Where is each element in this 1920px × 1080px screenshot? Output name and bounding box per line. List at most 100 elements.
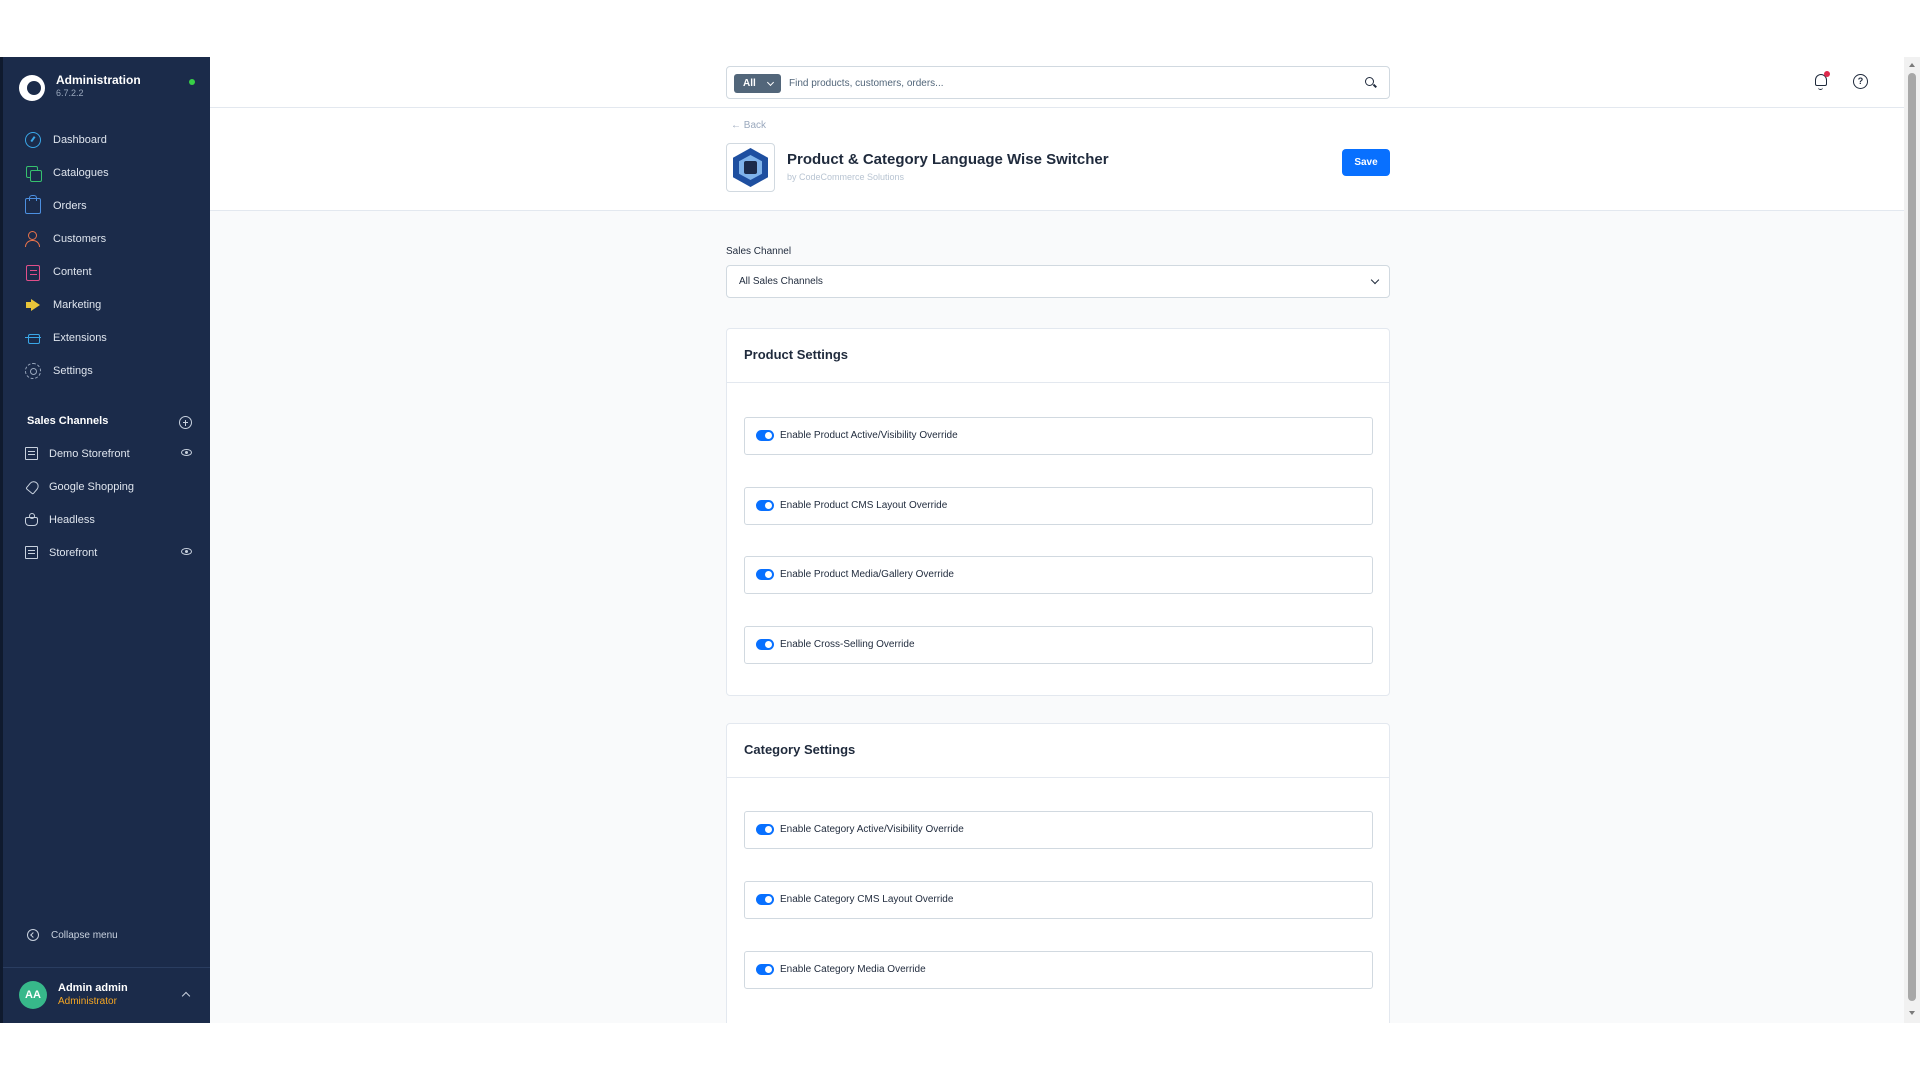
sales-channel-label: Google Shopping (49, 480, 135, 493)
switch-label: Enable Product CMS Layout Override (780, 500, 948, 511)
switch-row-category-cms-layout: Enable Category CMS Layout Override (744, 881, 1373, 919)
sales-channels-header: Sales Channels (27, 415, 109, 427)
category-cms-layout-toggle[interactable] (756, 894, 774, 905)
nav-item-marketing[interactable]: Marketing (3, 288, 210, 321)
nav-item-extensions[interactable]: Extensions (3, 321, 210, 354)
back-link[interactable]: ← Back (731, 120, 766, 131)
user-name: Admin admin (58, 982, 128, 994)
eye-icon[interactable] (181, 548, 192, 555)
plugin-author: by CodeCommerce Solutions (787, 172, 905, 182)
global-search: All (726, 66, 1390, 99)
sales-channel-label: Demo Storefront (49, 447, 130, 460)
switch-label: Enable Category Active/Visibility Overri… (780, 824, 964, 835)
plugin-logo (726, 143, 775, 192)
orders-icon (25, 194, 41, 214)
switch-row-product-cms-layout: Enable Product CMS Layout Override (744, 487, 1373, 525)
customers-icon (25, 230, 41, 247)
nav-item-label: Dashboard (53, 133, 107, 146)
catalogues-icon (25, 165, 42, 182)
extensions-icon (25, 330, 41, 346)
add-sales-channel-icon[interactable] (179, 416, 192, 429)
switch-label: Enable Category CMS Layout Override (780, 894, 954, 905)
scrollbar-thumb[interactable] (1908, 73, 1916, 1001)
product-media-toggle[interactable] (756, 569, 774, 580)
product-settings-card: Product Settings Enable Product Active/V… (726, 328, 1390, 696)
storefront-icon (25, 546, 38, 559)
nav-item-label: Settings (53, 364, 93, 377)
nav-item-orders[interactable]: Orders (3, 189, 210, 222)
switch-label: Enable Product Media/Gallery Override (780, 569, 954, 580)
switch-row-product-visibility: Enable Product Active/Visibility Overrid… (744, 417, 1373, 455)
nav-item-label: Catalogues (53, 166, 109, 179)
collapse-menu-label: Collapse menu (51, 929, 118, 941)
collapse-menu-button[interactable]: Collapse menu (27, 927, 118, 943)
sales-channel-field-label: Sales Channel (726, 246, 792, 257)
card-title: Category Settings (744, 742, 856, 757)
avatar: AA (19, 981, 47, 1009)
search-input[interactable] (789, 73, 1349, 93)
switch-row-cross-selling: Enable Cross-Selling Override (744, 626, 1373, 664)
sales-channel-select[interactable]: All Sales Channels (726, 265, 1390, 298)
nav-item-settings[interactable]: Settings (3, 354, 210, 387)
marketing-icon (25, 297, 41, 313)
scroll-down-arrow-icon[interactable] (1909, 1011, 1915, 1015)
user-menu[interactable]: AA Admin admin Administrator (3, 967, 210, 1023)
scroll-up-arrow-icon[interactable] (1909, 63, 1915, 67)
switch-label: Enable Category Media Override (780, 964, 926, 975)
nav-item-content[interactable]: Content (3, 255, 210, 288)
page-header: ← Back Product & Category Language Wise … (210, 108, 1904, 211)
category-settings-card: Category Settings Enable Category Active… (726, 723, 1390, 1023)
sales-channel-list: Demo Storefront Google Shopping Headless… (3, 437, 210, 569)
storefront-icon (25, 447, 38, 460)
plugin-logo-core (744, 161, 757, 174)
brand[interactable]: Administration 6.7.2.2 (19, 73, 199, 103)
notification-badge (1824, 71, 1830, 77)
product-visibility-toggle[interactable] (756, 430, 774, 441)
switch-row-category-visibility: Enable Category Active/Visibility Overri… (744, 811, 1373, 849)
nav-item-catalogues[interactable]: Catalogues (3, 156, 210, 189)
brand-version: 6.7.2.2 (56, 88, 84, 98)
save-button[interactable]: Save (1342, 149, 1390, 176)
sidebar: Administration 6.7.2.2 Dashboard Catalog… (0, 57, 210, 1023)
category-media-toggle[interactable] (756, 964, 774, 975)
search-type-label: All (743, 78, 756, 89)
rocket-icon (25, 480, 38, 493)
card-title: Product Settings (744, 347, 849, 362)
content-icon (25, 264, 41, 281)
eye-icon[interactable] (181, 449, 192, 456)
chevron-up-icon[interactable] (181, 991, 191, 1001)
chevron-down-icon (766, 78, 775, 87)
sales-channel-label: Storefront (49, 546, 98, 559)
sales-channel-select-value: All Sales Channels (739, 276, 823, 287)
nav-item-label: Content (53, 265, 92, 278)
nav-item-customers[interactable]: Customers (3, 222, 210, 255)
chevron-down-icon (1370, 275, 1380, 285)
app-frame: Administration 6.7.2.2 Dashboard Catalog… (0, 57, 1920, 1023)
status-online-indicator (189, 79, 195, 85)
search-type-dropdown[interactable]: All (734, 74, 781, 93)
category-visibility-toggle[interactable] (756, 824, 774, 835)
product-cms-layout-toggle[interactable] (756, 500, 774, 511)
switch-row-category-media: Enable Category Media Override (744, 951, 1373, 989)
page-scrollbar[interactable] (1904, 57, 1920, 1023)
switch-label: Enable Cross-Selling Override (780, 639, 915, 650)
page-title: Product & Category Language Wise Switche… (787, 151, 1109, 168)
dashboard-icon (25, 131, 41, 148)
topbar: All ? (210, 57, 1904, 108)
search-icon[interactable] (1365, 77, 1374, 86)
help-icon[interactable]: ? (1853, 74, 1868, 89)
card-divider (727, 777, 1389, 778)
shopware-logo-icon (19, 75, 45, 101)
headless-icon (25, 512, 38, 526)
nav-item-label: Marketing (53, 298, 102, 311)
cross-selling-toggle[interactable] (756, 639, 774, 650)
user-role: Administrator (58, 996, 117, 1007)
card-divider (727, 382, 1389, 383)
sales-channel-demo-storefront[interactable]: Demo Storefront (3, 437, 210, 470)
collapse-icon (27, 929, 39, 941)
sales-channel-headless[interactable]: Headless (3, 503, 210, 536)
switch-row-product-media: Enable Product Media/Gallery Override (744, 556, 1373, 594)
sales-channel-google-shopping[interactable]: Google Shopping (3, 470, 210, 503)
sales-channel-storefront[interactable]: Storefront (3, 536, 210, 569)
nav-item-dashboard[interactable]: Dashboard (3, 123, 210, 156)
